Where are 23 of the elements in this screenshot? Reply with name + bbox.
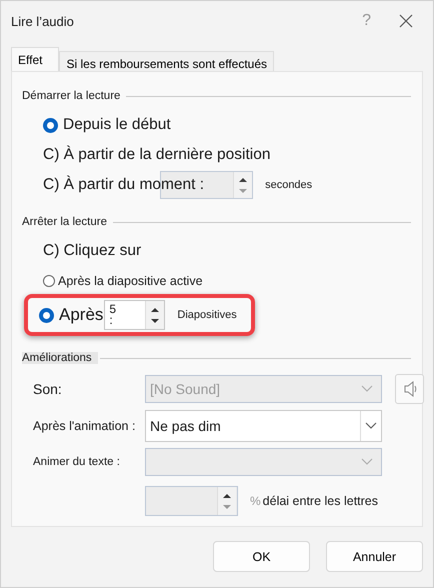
- dialog-button[interactable]: Annuler: [326, 541, 423, 572]
- tab[interactable]: Effet: [11, 47, 60, 71]
- option-label[interactable]: Après: [59, 305, 104, 325]
- unit-label: Diapositives: [177, 309, 237, 321]
- unit-label: secondes: [265, 179, 312, 191]
- dialog-button[interactable]: OK: [213, 541, 310, 572]
- group-heading: Améliorations: [22, 352, 98, 364]
- option-label[interactable]: Après la diapositive active: [58, 274, 203, 288]
- animation-dropdown[interactable]: Ne pas dim: [145, 410, 382, 442]
- group-heading: Démarrer la lecture: [22, 90, 122, 102]
- percent-label: %: [250, 494, 261, 508]
- field-label: Après l'animation :: [33, 419, 136, 433]
- option-label[interactable]: C) À partir du moment :: [43, 176, 204, 194]
- field-label: Son:: [33, 381, 63, 397]
- field-label: Animer du texte :: [33, 456, 121, 468]
- spin-field[interactable]: 5 :: [104, 300, 166, 330]
- group-heading: Arrêter la lecture: [22, 216, 108, 228]
- delay-label: délai entre les lettres: [262, 494, 378, 508]
- tab[interactable]: Si les remboursements sont effectués: [59, 51, 274, 73]
- option-label[interactable]: C) À partir de la dernière position: [43, 146, 270, 164]
- option-label[interactable]: C) Cliquez sur: [43, 242, 142, 260]
- option-label[interactable]: Depuis le début: [63, 116, 171, 134]
- window-title: Lire l’audio: [11, 14, 74, 28]
